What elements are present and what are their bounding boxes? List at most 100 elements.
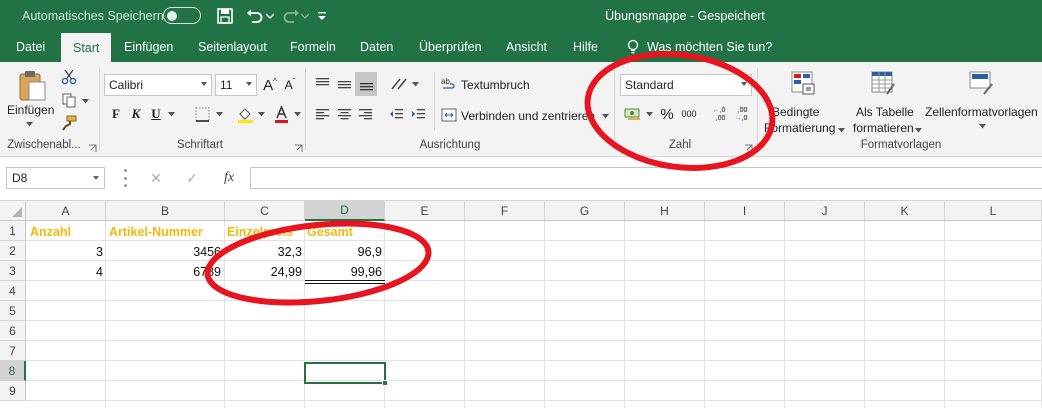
increase-indent-icon[interactable] (408, 104, 428, 124)
column-header-f[interactable]: F (465, 201, 545, 221)
redo-dropdown-icon[interactable] (299, 6, 311, 26)
row-header-3[interactable]: 3 (0, 261, 26, 281)
tab-ansicht[interactable]: Ansicht (506, 31, 547, 62)
cancel-icon[interactable]: ✕ (147, 167, 165, 189)
paste-icon[interactable] (14, 68, 50, 104)
borders-dropdown-icon[interactable] (214, 110, 224, 118)
align-left-icon[interactable] (312, 104, 332, 124)
number-launcher-icon[interactable] (744, 142, 754, 152)
name-box[interactable]: D8 (6, 167, 105, 189)
format-as-table-label-2[interactable]: formatieren (853, 121, 914, 135)
row-header-1[interactable]: 1 (0, 221, 26, 241)
insert-function-icon[interactable]: fx (218, 167, 240, 189)
column-header-j[interactable]: J (785, 201, 865, 221)
align-middle-icon[interactable] (334, 74, 354, 94)
paste-dropdown-icon[interactable] (24, 120, 34, 128)
tab-start[interactable]: Start (61, 33, 112, 62)
cell-c2[interactable]: 32,3 (225, 242, 305, 262)
number-format-combo[interactable]: Standard (620, 74, 752, 96)
decrease-decimal-button[interactable]: ,00 →,0 (730, 104, 752, 126)
column-header-h[interactable]: H (625, 201, 705, 221)
column-header-a[interactable]: A (26, 201, 106, 221)
formula-input[interactable] (250, 167, 1042, 189)
font-color-dropdown-icon[interactable] (292, 110, 302, 118)
cell-a2[interactable]: 3 (27, 242, 106, 262)
align-bottom-icon[interactable] (355, 72, 377, 96)
conditional-dropdown-icon[interactable] (836, 126, 846, 134)
accounting-dropdown-icon[interactable] (644, 110, 654, 118)
orientation-dropdown-icon[interactable] (410, 80, 420, 88)
cell-c3[interactable]: 24,99 (225, 262, 305, 282)
font-color-icon[interactable] (272, 104, 290, 124)
column-header-g[interactable]: G (545, 201, 625, 221)
increase-decimal-button[interactable]: ←,0,00 (708, 104, 730, 126)
merge-center-icon[interactable] (440, 105, 458, 125)
customize-toolbar-icon[interactable] (315, 6, 329, 26)
format-as-table-icon[interactable] (868, 68, 898, 98)
column-header-i[interactable]: I (705, 201, 785, 221)
format-as-table-label-1[interactable]: Als Tabelle (856, 105, 914, 119)
cell-d1[interactable]: Gesamt (304, 222, 386, 242)
cut-icon[interactable] (60, 68, 78, 86)
italic-button[interactable]: K (128, 104, 144, 124)
cell-c1[interactable]: Einzelpreis (224, 222, 306, 242)
cell-b2[interactable]: 3456 (106, 242, 224, 262)
row-header-2[interactable]: 2 (0, 241, 26, 261)
row-header-4[interactable]: 4 (0, 281, 26, 301)
bold-button[interactable]: F (108, 104, 124, 124)
fill-color-dropdown-icon[interactable] (256, 110, 266, 118)
enter-icon[interactable]: ✓ (183, 167, 201, 189)
font-size-combo[interactable]: 11 (215, 74, 257, 96)
tab-daten[interactable]: Daten (360, 31, 393, 62)
thousands-separator-button[interactable]: 000 (678, 104, 700, 124)
cell-a1[interactable]: Anzahl (27, 222, 107, 242)
cell-d3[interactable]: 99,96 (305, 262, 385, 282)
shrink-font-button[interactable]: Aˇ (282, 74, 298, 96)
align-center-icon[interactable] (334, 104, 354, 124)
conditional-formatting-label-1[interactable]: Bedingte (772, 105, 819, 119)
font-name-combo[interactable]: Calibri (104, 74, 212, 96)
wrap-text-icon[interactable]: ab (440, 74, 458, 94)
column-header-k[interactable]: K (865, 201, 945, 221)
column-header-c[interactable]: C (225, 201, 305, 221)
orientation-icon[interactable] (388, 74, 410, 94)
column-header-b[interactable]: B (106, 201, 225, 221)
wrap-text-label[interactable]: Textumbruch (461, 78, 530, 92)
decrease-indent-icon[interactable] (386, 104, 406, 124)
borders-icon[interactable] (192, 104, 212, 124)
underline-dropdown-icon[interactable] (166, 110, 176, 118)
formula-bar-grip[interactable] (124, 169, 127, 187)
fill-color-icon[interactable] (235, 104, 255, 124)
cell-b1[interactable]: Artikel-Nummer (106, 222, 226, 242)
conditional-formatting-label-2[interactable]: Formatierung (764, 121, 835, 135)
column-header-d[interactable]: D (305, 201, 385, 221)
undo-dropdown-icon[interactable] (264, 6, 276, 26)
font-launcher-icon[interactable] (294, 142, 304, 152)
tab-ueberpruefen[interactable]: Überprüfen (419, 31, 482, 62)
copy-dropdown-icon[interactable] (80, 97, 90, 105)
tab-formeln[interactable]: Formeln (290, 31, 336, 62)
format-as-table-dropdown-icon[interactable] (913, 126, 923, 134)
autosave-toggle[interactable] (163, 7, 201, 24)
tab-hilfe[interactable]: Hilfe (573, 31, 598, 62)
cell-b3[interactable]: 6789 (106, 262, 224, 282)
select-all-corner[interactable] (0, 201, 26, 221)
row-header-9[interactable]: 9 (0, 381, 26, 401)
save-icon[interactable] (215, 6, 235, 26)
merge-center-label[interactable]: Verbinden und zentrieren (461, 109, 595, 123)
cell-styles-label[interactable]: Zellenformatvorlagen (925, 105, 1038, 119)
format-painter-icon[interactable] (60, 114, 78, 132)
paste-button-label[interactable]: Einfügen (7, 103, 54, 117)
tab-seitenlayout[interactable]: Seitenlayout (198, 31, 267, 62)
cell-a3[interactable]: 4 (27, 262, 106, 282)
tab-datei[interactable]: Datei (16, 31, 45, 62)
redo-icon[interactable] (281, 6, 301, 26)
tell-me-search[interactable]: Was möchten Sie tun? (625, 31, 772, 62)
align-top-icon[interactable] (312, 74, 332, 94)
underline-button[interactable]: U (148, 104, 164, 124)
align-right-icon[interactable] (355, 104, 375, 124)
cell-styles-icon[interactable] (966, 68, 996, 98)
active-cell-d8[interactable] (304, 362, 386, 384)
grow-font-button[interactable]: A ^ (262, 74, 278, 96)
percent-button[interactable]: % (658, 104, 676, 124)
